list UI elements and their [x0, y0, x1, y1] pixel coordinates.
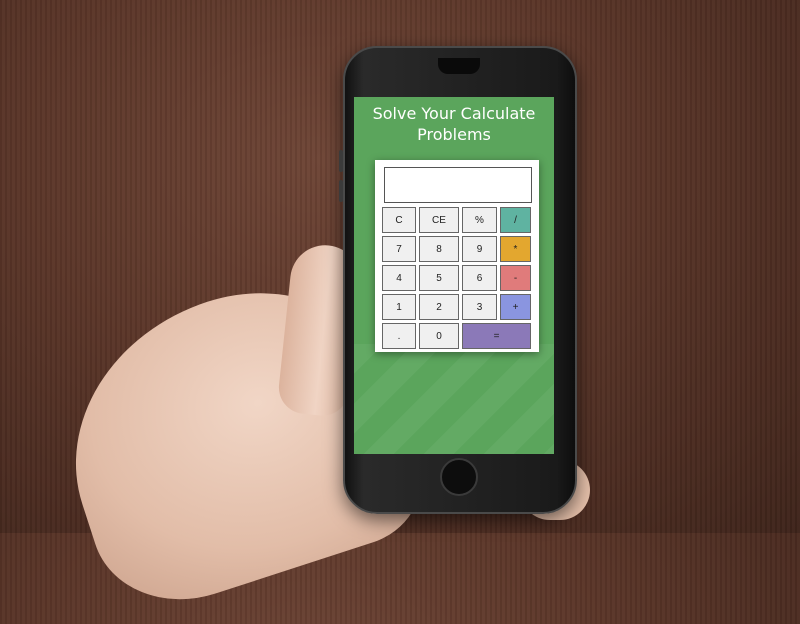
digit-3-button[interactable]: 3 [462, 294, 497, 320]
digit-8-button[interactable]: 8 [419, 236, 459, 262]
digit-4-button[interactable]: 4 [382, 265, 416, 291]
digit-7-button[interactable]: 7 [382, 236, 416, 262]
add-button[interactable]: + [500, 294, 531, 320]
divide-button[interactable]: / [500, 207, 531, 233]
page-title: Solve Your Calculate Problems [372, 104, 536, 144]
digit-2-button[interactable]: 2 [419, 294, 459, 320]
subtract-button[interactable]: - [500, 265, 531, 291]
home-button[interactable] [440, 458, 478, 496]
calculator-display [384, 167, 532, 203]
phone-notch [438, 58, 480, 74]
phone-side-button [339, 150, 343, 172]
digit-6-button[interactable]: 6 [462, 265, 497, 291]
decimal-button[interactable]: . [382, 323, 416, 349]
clear-entry-button[interactable]: CE [419, 207, 459, 233]
clear-button[interactable]: C [382, 207, 416, 233]
digit-0-button[interactable]: 0 [419, 323, 459, 349]
digit-1-button[interactable]: 1 [382, 294, 416, 320]
equals-button[interactable]: = [462, 323, 531, 349]
percent-button[interactable]: % [462, 207, 497, 233]
digit-5-button[interactable]: 5 [419, 265, 459, 291]
multiply-button[interactable]: * [500, 236, 531, 262]
digit-9-button[interactable]: 9 [462, 236, 497, 262]
phone-side-button [339, 180, 343, 202]
